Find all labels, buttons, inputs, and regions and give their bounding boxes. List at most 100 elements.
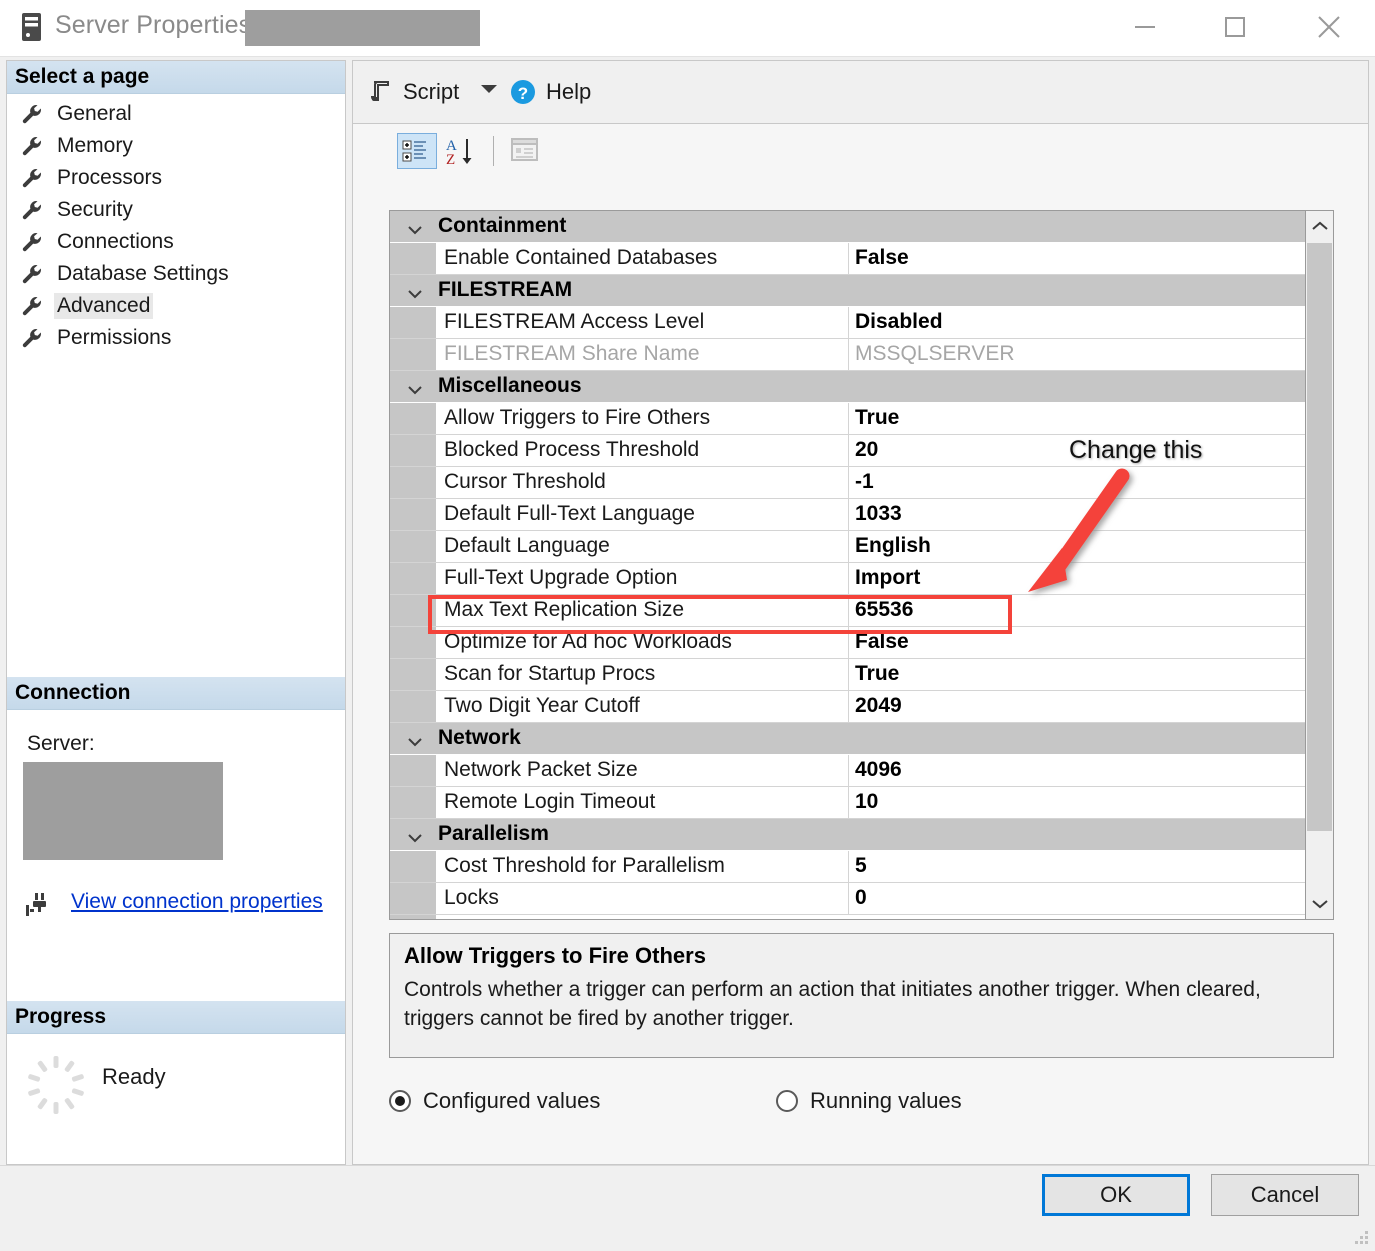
table-row[interactable]: Cost Threshold for Parallelism 5 xyxy=(390,851,1305,883)
wrench-icon xyxy=(22,104,44,124)
grid-category-header[interactable]: Containment xyxy=(390,211,1305,243)
property-value[interactable]: Disabled xyxy=(855,310,943,334)
column-divider xyxy=(848,691,849,723)
grid-category-header[interactable]: FILESTREAM xyxy=(390,275,1305,307)
maximize-icon[interactable] xyxy=(1200,0,1270,54)
table-row[interactable]: Two Digit Year Cutoff 2049 xyxy=(390,691,1305,723)
property-name: Blocked Process Threshold xyxy=(444,438,700,461)
property-name: Max Text Replication Size xyxy=(444,598,685,621)
property-value[interactable]: English xyxy=(855,534,931,558)
connection-body: Server: View connection properties xyxy=(7,710,345,990)
server-name-redaction xyxy=(245,10,480,46)
table-row[interactable]: Locks 0 xyxy=(390,883,1305,915)
scrollbar-thumb[interactable] xyxy=(1307,243,1332,831)
connection-plug-icon xyxy=(25,892,51,918)
view-connection-properties-link[interactable]: View connection properties xyxy=(71,890,323,914)
minimize-icon[interactable] xyxy=(1110,0,1180,54)
chevron-down-icon[interactable] xyxy=(408,734,422,747)
toolbar-divider xyxy=(493,136,494,166)
radio-label: Configured values xyxy=(423,1088,601,1113)
sidebar-item-database-settings[interactable]: Database Settings xyxy=(7,258,345,290)
select-a-page-header: Select a page xyxy=(7,61,345,94)
property-value[interactable]: False xyxy=(855,246,909,270)
column-divider xyxy=(848,883,849,915)
sidebar-item-advanced[interactable]: Advanced xyxy=(7,290,345,322)
property-pages-button[interactable] xyxy=(506,133,546,169)
property-grid[interactable]: Containment Enable Contained Databases F… xyxy=(389,210,1334,920)
grid-category-header[interactable]: Miscellaneous xyxy=(390,371,1305,403)
sidebar-item-label: Database Settings xyxy=(57,262,229,285)
property-value[interactable]: True xyxy=(855,406,899,430)
property-name: Default Full-Text Language xyxy=(444,502,695,525)
grid-scrollbar[interactable] xyxy=(1305,211,1333,919)
column-divider xyxy=(848,339,849,371)
svg-text:?: ? xyxy=(518,84,528,103)
table-row[interactable]: Enable Contained Databases False xyxy=(390,243,1305,275)
scroll-up-icon[interactable] xyxy=(1306,211,1333,241)
resize-grip[interactable] xyxy=(1352,1228,1370,1246)
wrench-icon xyxy=(22,328,44,348)
sidebar-item-memory[interactable]: Memory xyxy=(7,130,345,162)
help-button[interactable]: ? Help xyxy=(509,71,591,113)
sidebar-item-processors[interactable]: Processors xyxy=(7,162,345,194)
categorized-view-button[interactable] xyxy=(397,133,437,169)
table-row-max-text-replication-size[interactable]: Max Text Replication Size 65536 xyxy=(390,595,1305,627)
progress-header: Progress xyxy=(7,1001,345,1034)
sidebar-item-security[interactable]: Security xyxy=(7,194,345,226)
table-row[interactable]: Default Full-Text Language 1033 xyxy=(390,499,1305,531)
property-value[interactable]: True xyxy=(855,662,899,686)
wrench-icon xyxy=(22,264,44,284)
property-value[interactable]: False xyxy=(855,630,909,654)
progress-body: Ready xyxy=(7,1034,345,1164)
property-value[interactable]: Import xyxy=(855,566,920,590)
sidebar-item-label: Memory xyxy=(57,134,133,157)
column-divider xyxy=(848,307,849,339)
property-value[interactable]: -1 xyxy=(855,470,874,494)
table-row[interactable]: Allow Triggers to Fire Others True xyxy=(390,403,1305,435)
grid-category-header[interactable]: Parallelism xyxy=(390,819,1305,851)
table-row[interactable]: Scan for Startup Procs True xyxy=(390,659,1305,691)
radio-configured-values[interactable]: Configured values xyxy=(389,1083,600,1119)
sidebar-item-general[interactable]: General xyxy=(7,98,345,130)
property-value[interactable]: 20 xyxy=(855,438,878,462)
chevron-down-icon[interactable] xyxy=(408,830,422,843)
radio-running-values[interactable]: Running values xyxy=(776,1083,962,1119)
dialog-footer: OK Cancel xyxy=(0,1165,1375,1250)
chevron-down-icon[interactable] xyxy=(481,85,497,93)
sidebar-item-permissions[interactable]: Permissions xyxy=(7,322,345,354)
close-icon[interactable] xyxy=(1294,0,1364,54)
chevron-down-icon[interactable] xyxy=(408,286,422,299)
property-value[interactable]: 1033 xyxy=(855,502,902,526)
script-icon xyxy=(369,79,395,105)
sidebar-item-label: Permissions xyxy=(57,326,172,349)
property-value[interactable]: 5 xyxy=(855,854,867,878)
table-row[interactable]: Full-Text Upgrade Option Import xyxy=(390,563,1305,595)
alphabetical-sort-button[interactable]: A Z xyxy=(442,133,482,169)
script-button[interactable]: Script xyxy=(369,71,459,113)
chevron-down-icon[interactable] xyxy=(408,222,422,235)
scroll-down-icon[interactable] xyxy=(1306,889,1333,919)
property-value[interactable]: 2049 xyxy=(855,694,902,718)
table-row[interactable]: Default Language English xyxy=(390,531,1305,563)
table-row[interactable]: Network Packet Size 4096 xyxy=(390,755,1305,787)
cancel-button[interactable]: Cancel xyxy=(1211,1174,1359,1216)
grid-toolbar: A Z xyxy=(353,124,1368,179)
table-row[interactable]: Optimize for Ad hoc Workloads False xyxy=(390,627,1305,659)
property-name: Cursor Threshold xyxy=(444,470,606,493)
table-row[interactable]: Cursor Threshold -1 xyxy=(390,467,1305,499)
property-value[interactable]: 10 xyxy=(855,790,878,814)
column-divider xyxy=(848,467,849,499)
property-value[interactable]: 4096 xyxy=(855,758,902,782)
property-name: Default Language xyxy=(444,534,610,557)
table-row[interactable]: Remote Login Timeout 10 xyxy=(390,787,1305,819)
chevron-down-icon[interactable] xyxy=(408,382,422,395)
property-value[interactable]: 0 xyxy=(855,886,867,910)
table-row[interactable]: FILESTREAM Access Level Disabled xyxy=(390,307,1305,339)
connection-header: Connection xyxy=(7,677,345,710)
table-row[interactable]: Blocked Process Threshold 20 xyxy=(390,435,1305,467)
sidebar-item-connections[interactable]: Connections xyxy=(7,226,345,258)
grid-category-header[interactable]: Network xyxy=(390,723,1305,755)
property-value[interactable]: 65536 xyxy=(855,598,913,622)
window-title: Server Properties - xyxy=(55,11,267,39)
ok-button[interactable]: OK xyxy=(1042,1174,1190,1216)
